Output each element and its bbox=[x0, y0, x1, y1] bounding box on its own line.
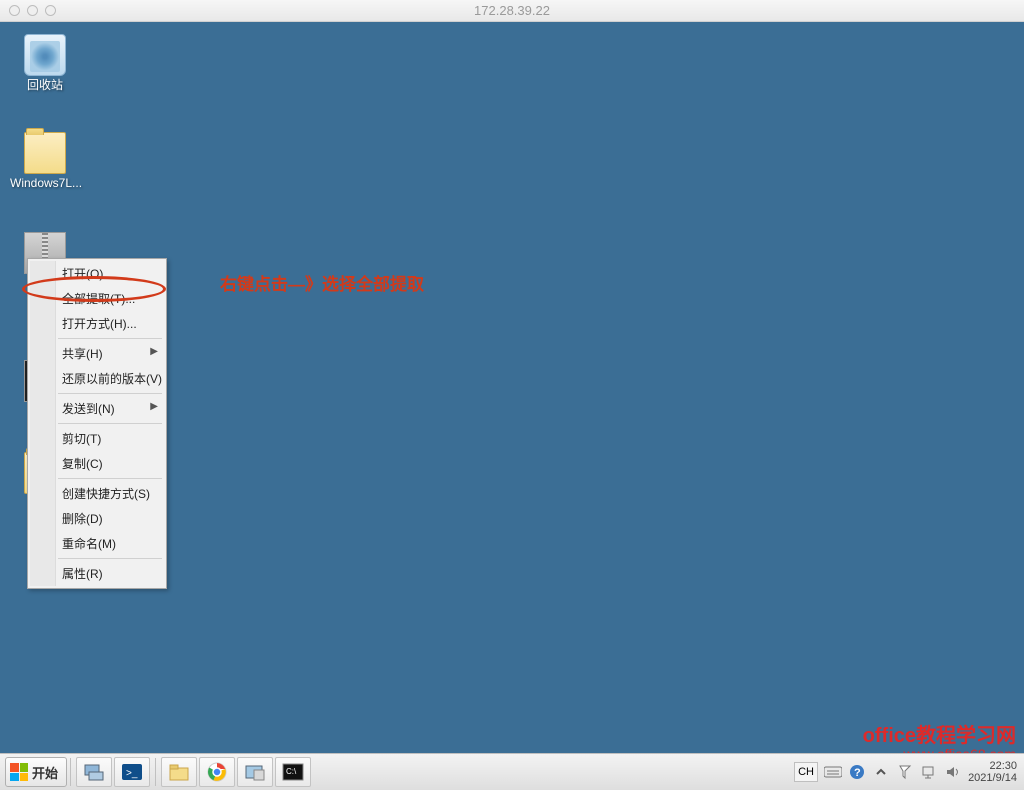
taskbar-separator bbox=[155, 758, 156, 786]
menu-item-extract-all[interactable]: 全部提取(T)... bbox=[30, 286, 164, 311]
taskbar-servermanager-button[interactable] bbox=[76, 757, 112, 787]
menu-item-open[interactable]: 打开(O) bbox=[30, 261, 164, 286]
titlebar[interactable]: 172.28.39.22 bbox=[0, 0, 1024, 22]
desktop-icon-recycle-bin[interactable]: 回收站 bbox=[10, 34, 80, 92]
cmd-icon: C:\ bbox=[282, 762, 304, 782]
tray-clock[interactable]: 22:30 2021/9/14 bbox=[968, 760, 1017, 784]
quick-launch: >_ bbox=[76, 757, 311, 787]
svg-text:>_: >_ bbox=[126, 768, 138, 779]
tray-chevron-up-icon[interactable] bbox=[872, 763, 890, 781]
desktop-icon-folder[interactable]: Windows7L... bbox=[10, 132, 80, 190]
explorer-icon bbox=[168, 762, 190, 782]
menu-item-cut[interactable]: 剪切(T) bbox=[30, 426, 164, 451]
taskbar-explorer-button[interactable] bbox=[161, 757, 197, 787]
app-icon bbox=[244, 762, 266, 782]
menu-item-copy[interactable]: 复制(C) bbox=[30, 451, 164, 476]
powershell-icon: >_ bbox=[121, 762, 143, 782]
chrome-icon bbox=[207, 762, 227, 782]
folder-icon bbox=[24, 132, 66, 174]
menu-separator bbox=[58, 338, 162, 339]
svg-text:C:\: C:\ bbox=[286, 767, 297, 776]
svg-text:?: ? bbox=[854, 767, 861, 779]
menu-item-open-with[interactable]: 打开方式(H)... bbox=[30, 311, 164, 336]
tray-network-icon[interactable] bbox=[920, 763, 938, 781]
menu-item-delete[interactable]: 删除(D) bbox=[30, 506, 164, 531]
menu-item-restore-versions[interactable]: 还原以前的版本(V) bbox=[30, 366, 164, 391]
menu-item-rename[interactable]: 重命名(M) bbox=[30, 531, 164, 556]
maximize-icon[interactable] bbox=[45, 5, 56, 16]
menu-item-share[interactable]: 共享(H)▶ bbox=[30, 341, 164, 366]
tray-volume-icon[interactable] bbox=[944, 763, 962, 781]
close-icon[interactable] bbox=[9, 5, 20, 16]
start-label: 开始 bbox=[32, 763, 58, 782]
menu-separator bbox=[58, 423, 162, 424]
tray-help-icon[interactable]: ? bbox=[848, 763, 866, 781]
chevron-right-icon: ▶ bbox=[150, 346, 158, 357]
server-icon bbox=[83, 762, 105, 782]
recycle-bin-icon bbox=[24, 34, 66, 76]
window-title: 172.28.39.22 bbox=[0, 3, 1024, 18]
windows-logo-icon bbox=[10, 763, 28, 781]
taskbar: 开始 >_ bbox=[0, 753, 1024, 790]
tray-time-text: 22:30 bbox=[968, 760, 1017, 772]
annotation-text: 右键点击—》选择全部提取 bbox=[220, 270, 424, 295]
icon-label: 回收站 bbox=[10, 78, 80, 92]
taskbar-cmd-button[interactable]: C:\ bbox=[275, 757, 311, 787]
menu-separator bbox=[58, 558, 162, 559]
context-menu: 打开(O) 全部提取(T)... 打开方式(H)... 共享(H)▶ 还原以前的… bbox=[27, 258, 167, 589]
watermark-title: office教程学习网 bbox=[863, 719, 1016, 748]
menu-item-send-to[interactable]: 发送到(N)▶ bbox=[30, 396, 164, 421]
mac-window: 172.28.39.22 回收站 Windows7L... BI... Win.… bbox=[0, 0, 1024, 790]
language-indicator[interactable]: CH bbox=[794, 762, 818, 782]
menu-separator bbox=[58, 393, 162, 394]
taskbar-powershell-button[interactable]: >_ bbox=[114, 757, 150, 787]
start-button[interactable]: 开始 bbox=[5, 757, 67, 787]
remote-desktop[interactable]: 回收站 Windows7L... BI... Win... 右键点击—》选择全部… bbox=[0, 22, 1024, 790]
taskbar-chrome-button[interactable] bbox=[199, 757, 235, 787]
taskbar-app-button[interactable] bbox=[237, 757, 273, 787]
minimize-icon[interactable] bbox=[27, 5, 38, 16]
menu-item-properties[interactable]: 属性(R) bbox=[30, 561, 164, 586]
chevron-right-icon: ▶ bbox=[150, 401, 158, 412]
tray-keyboard-icon[interactable] bbox=[824, 763, 842, 781]
tray-action-center-icon[interactable] bbox=[896, 763, 914, 781]
traffic-lights[interactable] bbox=[0, 5, 56, 16]
taskbar-separator bbox=[70, 758, 71, 786]
menu-item-create-shortcut[interactable]: 创建快捷方式(S) bbox=[30, 481, 164, 506]
tray-date-text: 2021/9/14 bbox=[968, 772, 1017, 784]
menu-separator bbox=[58, 478, 162, 479]
system-tray: CH ? 22: bbox=[794, 754, 1020, 790]
icon-label: Windows7L... bbox=[10, 176, 80, 190]
